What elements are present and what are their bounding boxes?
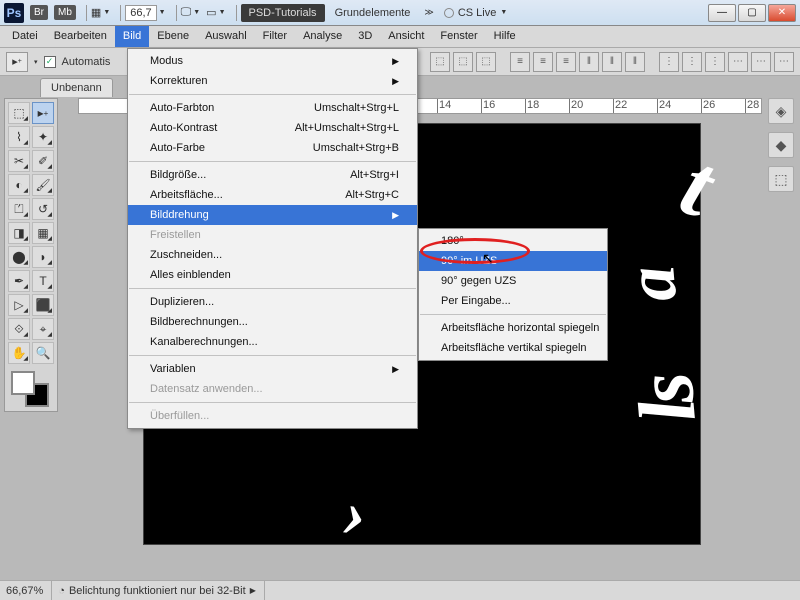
menuitem-datensatz-anwenden-: Datensatz anwenden... xyxy=(128,379,417,399)
brush-tool[interactable]: 🖌◢ xyxy=(32,174,54,196)
menuitem-auto-kontrast[interactable]: Auto-KontrastAlt+Umschalt+Strg+L xyxy=(128,118,417,138)
lasso-tool[interactable]: ⌇◢ xyxy=(8,126,30,148)
right-panel: ◈ ◆ ⬚ xyxy=(768,98,796,192)
menuitem-korrekturen[interactable]: Korrekturen▶ xyxy=(128,71,417,91)
menuitem-bilddrehung[interactable]: Bilddrehung▶ xyxy=(128,205,417,225)
path-select-tool[interactable]: ▷◢ xyxy=(8,294,30,316)
menuitem-freistellen: Freistellen xyxy=(128,225,417,245)
workspace-more-icon[interactable]: ≫ xyxy=(424,7,433,18)
status-zoom[interactable]: 66,67% xyxy=(6,581,52,600)
view-extra-dropdown[interactable]: 🖵 ▼ xyxy=(181,6,201,19)
adjustments-panel-icon[interactable]: ◆ xyxy=(768,132,794,158)
zoom-tool[interactable]: 🔍 xyxy=(32,342,54,364)
maximize-button[interactable]: ▢ xyxy=(738,4,766,22)
workspace-tab-grund[interactable]: Grundelemente xyxy=(329,4,417,22)
menuitem-180-[interactable]: 180° xyxy=(419,231,607,251)
app-icon: Ps xyxy=(4,3,24,23)
menuitem-90-im-uzs[interactable]: 90° im UZS xyxy=(419,251,607,271)
menuitem-arbeitsfl-che-vertikal-spiegeln[interactable]: Arbeitsfläche vertikal spiegeln xyxy=(419,338,607,358)
menuitem-arbeitsfl-che-[interactable]: Arbeitsfläche...Alt+Strg+C xyxy=(128,185,417,205)
shape-tool[interactable]: ⬛◢ xyxy=(32,294,54,316)
status-msg[interactable]: ◔Belichtung funktioniert nur bei 32-Bit▶ xyxy=(58,581,265,600)
close-button[interactable]: ✕ xyxy=(768,4,796,22)
cslive-button[interactable]: CS Live▼ xyxy=(444,7,507,19)
document-tab[interactable]: Unbenann xyxy=(40,78,113,97)
menuitem-variablen[interactable]: Variablen▶ xyxy=(128,359,417,379)
minimize-button[interactable]: — xyxy=(708,4,736,22)
workspace-tab-psd[interactable]: PSD-Tutorials xyxy=(241,4,325,22)
menuitem-bildgr-e-[interactable]: Bildgröße...Alt+Strg+I xyxy=(128,165,417,185)
crop-tool[interactable]: ✂◢ xyxy=(8,150,30,172)
marquee-tool[interactable]: ⬚◢ xyxy=(8,102,30,124)
bild-menu: Modus▶Korrekturen▶ Auto-FarbtonUmschalt+S… xyxy=(127,48,418,429)
type-tool[interactable]: T◢ xyxy=(32,270,54,292)
minibridge-button[interactable]: Mb xyxy=(54,5,76,20)
layers-panel-icon[interactable]: ◈ xyxy=(768,98,794,124)
stamp-tool[interactable]: ⏍◢ xyxy=(8,198,30,220)
gradient-tool[interactable]: ▦◢ xyxy=(32,222,54,244)
magic-wand-tool[interactable]: ✦◢ xyxy=(32,126,54,148)
pen-tool[interactable]: ✒◢ xyxy=(8,270,30,292)
foreground-swatch[interactable] xyxy=(11,371,35,395)
styles-panel-icon[interactable]: ⬚ xyxy=(768,166,794,192)
menu-hilfe[interactable]: Hilfe xyxy=(486,26,524,47)
menu-bearbeiten[interactable]: Bearbeiten xyxy=(46,26,115,47)
auto-select-label: Automatis xyxy=(62,56,111,68)
menuitem-bildberechnungen-[interactable]: Bildberechnungen... xyxy=(128,312,417,332)
menu-ansicht[interactable]: Ansicht xyxy=(380,26,432,47)
menuitem--berf-llen-: Überfüllen... xyxy=(128,406,417,426)
menu-3d[interactable]: 3D xyxy=(350,26,380,47)
menu-ebene[interactable]: Ebene xyxy=(149,26,197,47)
move-tool[interactable]: ▸+ xyxy=(32,102,54,124)
hand-tool[interactable]: ✋◢ xyxy=(8,342,30,364)
eraser-tool[interactable]: ◨◢ xyxy=(8,222,30,244)
titlebar: Ps Br Mb ▦ ▼ 66,7 ▼ 🖵 ▼ ▭ ▼ PSD-Tutorial… xyxy=(0,0,800,26)
menuitem-per-eingabe-[interactable]: Per Eingabe... xyxy=(419,291,607,311)
menuitem-auto-farbe[interactable]: Auto-FarbeUmschalt+Strg+B xyxy=(128,138,417,158)
eyedropper-tool[interactable]: ✐◢ xyxy=(32,150,54,172)
menuitem-arbeitsfl-che-horizontal-spiegeln[interactable]: Arbeitsfläche horizontal spiegeln xyxy=(419,318,607,338)
statusbar: 66,67% ◔Belichtung funktioniert nur bei … xyxy=(0,580,800,600)
3d-tool[interactable]: ⟐◢ xyxy=(8,318,30,340)
menu-bild[interactable]: Bild xyxy=(115,26,149,47)
menu-analyse[interactable]: Analyse xyxy=(295,26,350,47)
color-swatches[interactable] xyxy=(7,369,55,409)
move-tool-preset[interactable]: ▸+ xyxy=(6,52,28,72)
menuitem-90-gegen-uzs[interactable]: 90° gegen UZS xyxy=(419,271,607,291)
menuitem-auto-farbton[interactable]: Auto-FarbtonUmschalt+Strg+L xyxy=(128,98,417,118)
3d-camera-tool[interactable]: ⌖◢ xyxy=(32,318,54,340)
menuitem-modus[interactable]: Modus▶ xyxy=(128,51,417,71)
blur-tool[interactable]: ⬤◢ xyxy=(8,246,30,268)
zoom-dropdown[interactable]: 66,7 ▼ xyxy=(125,5,165,21)
align-buttons: ⬚⬚⬚ ≡≡≡ ‖‖‖ ⋮⋮⋮ ⋯⋯⋯ xyxy=(430,52,794,72)
auto-select-checkbox[interactable]: ✓ xyxy=(44,56,56,68)
menubar: DateiBearbeitenBildEbeneAuswahlFilterAna… xyxy=(0,26,800,48)
menu-fenster[interactable]: Fenster xyxy=(432,26,485,47)
dodge-tool[interactable]: ◗◢ xyxy=(32,246,54,268)
menuitem-duplizieren-[interactable]: Duplizieren... xyxy=(128,292,417,312)
history-brush-tool[interactable]: ↺◢ xyxy=(32,198,54,220)
menu-filter[interactable]: Filter xyxy=(255,26,295,47)
bilddrehung-submenu: 180°90° im UZS90° gegen UZSPer Eingabe..… xyxy=(418,228,608,361)
menuitem-kanalberechnungen-[interactable]: Kanalberechnungen... xyxy=(128,332,417,352)
menu-datei[interactable]: Datei xyxy=(4,26,46,47)
bridge-button[interactable]: Br xyxy=(30,5,48,20)
screen-mode-dropdown[interactable]: ▭ ▼ xyxy=(206,6,225,19)
layout-dropdown[interactable]: ▦ ▼ xyxy=(91,6,110,19)
heal-tool[interactable]: ◐◢ xyxy=(8,174,30,196)
window-controls: — ▢ ✕ xyxy=(708,4,796,22)
toolbox: ⬚◢▸+ ⌇◢✦◢ ✂◢✐◢ ◐◢🖌◢ ⏍◢↺◢ ◨◢▦◢ ⬤◢◗◢ ✒◢T◢ … xyxy=(4,98,58,412)
menuitem-zuschneiden-[interactable]: Zuschneiden... xyxy=(128,245,417,265)
menuitem-alles-einblenden[interactable]: Alles einblenden xyxy=(128,265,417,285)
menu-auswahl[interactable]: Auswahl xyxy=(197,26,255,47)
